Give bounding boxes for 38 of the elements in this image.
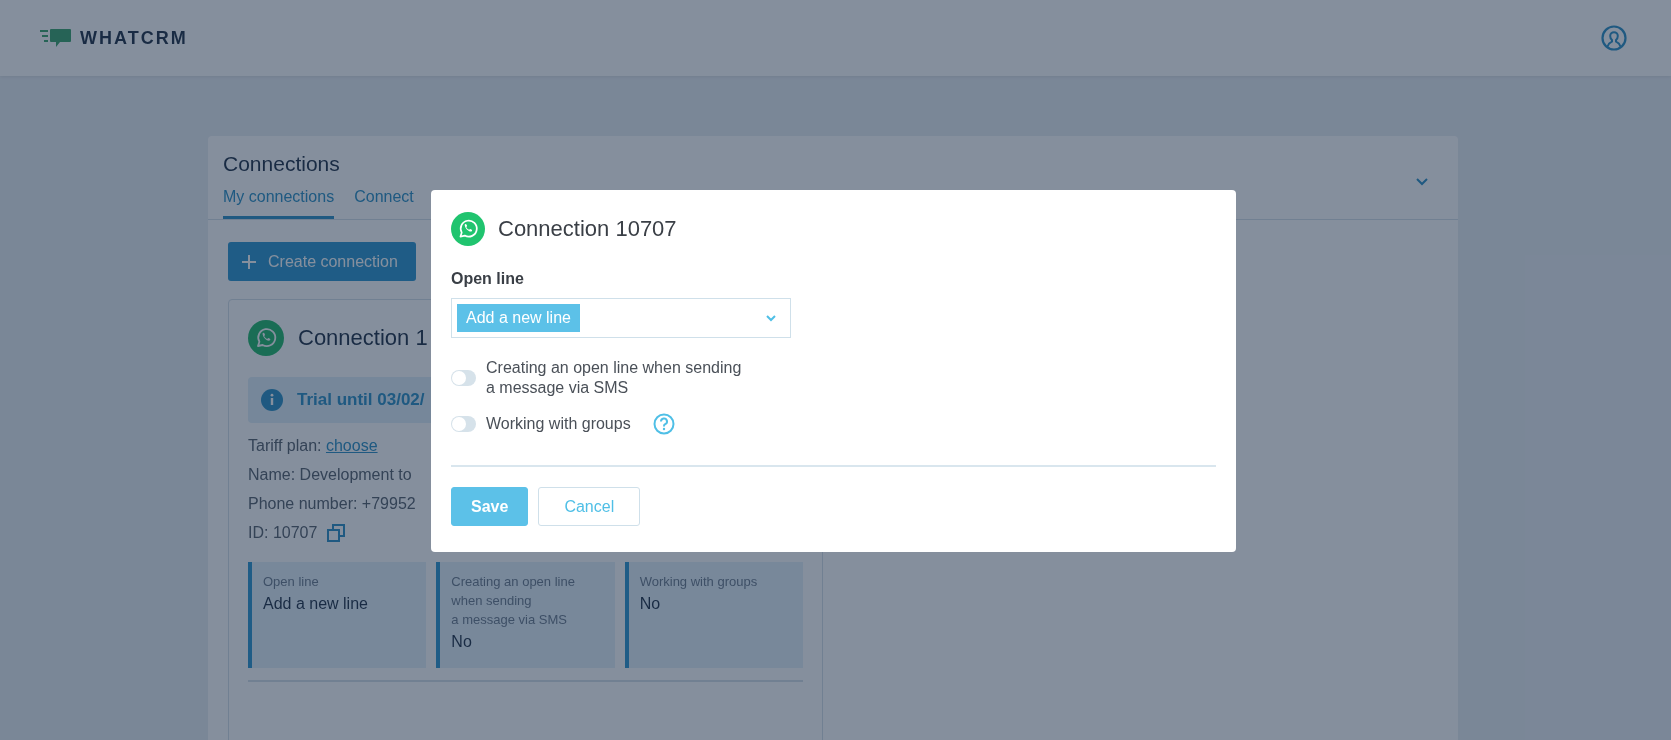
page-title: Connections [223,152,341,176]
setting-value: No [451,633,473,651]
tab[interactable]: My connections [223,188,335,219]
detail-text: Name: Development to [248,465,412,485]
chevron-down-icon[interactable] [1416,178,1428,186]
connection-title: Connection 1 [298,325,428,351]
setting-label: Open line [263,573,320,591]
choose-link[interactable]: choose [325,435,378,457]
trial-text: Trial until 03/02/ [297,390,425,410]
setting-value: Add a new line [263,595,369,613]
copy-icon[interactable] [327,524,346,542]
user-icon[interactable] [1601,25,1627,51]
setting-value: No [639,595,662,613]
save-button[interactable]: Save [451,487,529,526]
toggle-label: Creating an open line when sending a message via SMS [486,358,742,398]
setting-label: Working with groups [639,573,759,591]
detail-text: ID: 10707 [248,523,318,543]
chevron-down-icon [766,314,776,322]
chat-bubble-icon [40,28,72,48]
tab[interactable]: Connect [354,188,414,219]
logo[interactable]: WHATCRM [40,27,188,49]
info-icon [261,389,283,411]
toggle-label: Working with groups [486,414,631,434]
field-label: Open line [451,270,525,288]
whatsapp-icon [451,212,485,246]
toggle-switch[interactable] [451,416,476,432]
whatsapp-icon [248,320,284,356]
open-line-select[interactable]: Add a new line [451,298,791,338]
detail-text: Phone number: +79952 [248,494,416,514]
logo-text: WHATCRM [80,27,188,49]
help-icon[interactable] [652,413,675,435]
modal-title: Connection 10707 [498,216,677,242]
cancel-button[interactable]: Cancel [538,487,641,526]
toggle-switch[interactable] [451,370,476,386]
create-connection-button[interactable]: Create connection [228,242,416,281]
detail-label: Tariff plan: [248,436,323,456]
setting-label: Creating an open line when sending a message via SMS [451,573,576,629]
plus-icon [242,254,256,269]
